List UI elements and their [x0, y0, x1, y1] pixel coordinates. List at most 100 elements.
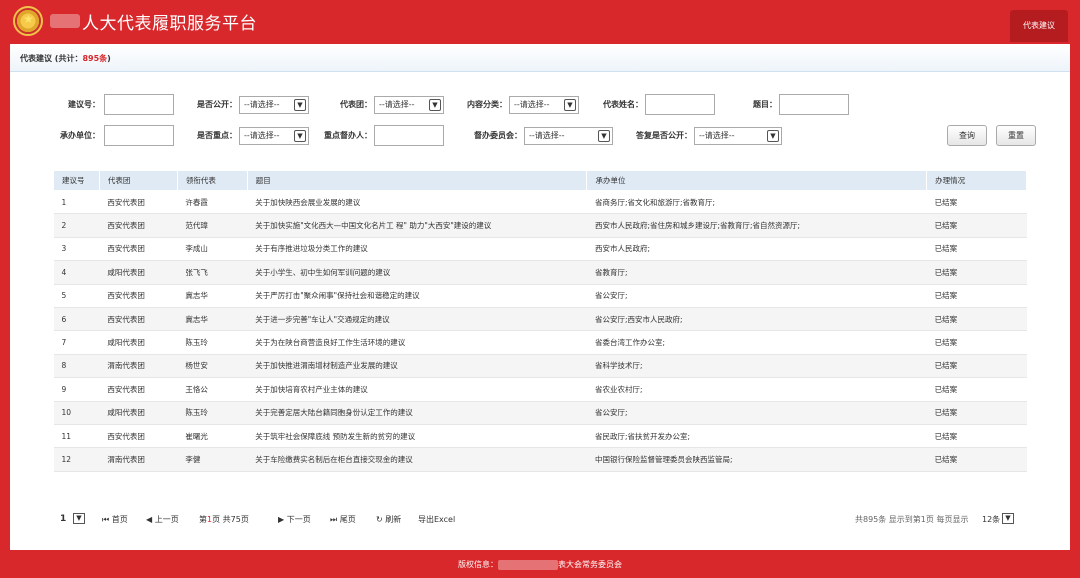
tab-proposals[interactable]: 代表建议 — [1010, 10, 1068, 42]
rep-name-input[interactable] — [645, 94, 715, 115]
table-cell: 杨世安 — [177, 354, 248, 379]
table-cell: 关于车险缴费实名制后在柜台直接交现金的建议 — [247, 447, 587, 472]
table-cell: 7 — [53, 330, 100, 355]
table-row[interactable]: 2 西安代表团 范代璋 关于加快实施"文化西大—中国文化名片工 程" 助力"大西安"建… — [53, 213, 1027, 238]
next-page-label: 下一页 — [286, 515, 311, 524]
column-header: 代表团 — [98, 170, 178, 191]
national-emblem-icon: ★ — [13, 6, 43, 36]
table-cell: 省农业农村厅; — [586, 377, 927, 402]
table-row[interactable]: 5 西安代表团 冀志华 关于严厉打击"聚众闹事"保持社会和谐稳定的建议 省公安厅; 已结案 — [53, 284, 1027, 308]
table-cell: 省商务厅;省文化和旅游厅;省教育厅; — [586, 190, 927, 215]
column-header: 建议号 — [53, 170, 100, 191]
category-select[interactable]: --请选择-- ▼ — [509, 96, 579, 114]
per-page-chevron-down-icon[interactable]: ▼ — [1002, 513, 1014, 524]
table-cell: 西安代表团 — [99, 213, 178, 238]
table-row[interactable]: 3 西安代表团 李成山 关于有序推进垃圾分类工作的建议 西安市人民政府; 已结案 — [53, 237, 1027, 262]
next-page-button[interactable]: ▶ 下一页 — [278, 514, 311, 525]
table-cell: 西安代表团 — [99, 190, 178, 215]
table-row[interactable]: 1 西安代表团 许春霞 关于加快陕西会展业发展的建议 省商务厅;省文化和旅游厅;省教育厅… — [53, 190, 1027, 215]
delegation-value: --请选择-- — [379, 100, 415, 109]
table-row[interactable]: 10 咸阳代表团 陈玉玲 关于完善定居大陆台籍同胞身份认定工作的建议 省公安厅; 已结案 — [53, 401, 1027, 425]
table-cell: 许春霞 — [177, 190, 248, 215]
key-handler-label: 重点督办人： — [324, 131, 372, 140]
table-cell: 已结案 — [926, 190, 1027, 215]
main-panel: 代表建议 (共计：895条) 建议号： 是否公开： --请选择-- ▼ 代表团： … — [10, 44, 1070, 550]
table-cell: 省公安厅;西安市人民政府; — [586, 307, 927, 332]
topic-input[interactable] — [779, 94, 849, 115]
total-pages: 75 — [230, 515, 241, 524]
is-key-select[interactable]: --请选择-- ▼ — [239, 127, 309, 145]
refresh-button[interactable]: ↻ 刷新 — [376, 514, 401, 525]
footer: 版权信息： 表大会常务委员会 — [0, 552, 1080, 578]
page-indicator: 第1页 共75页 — [199, 514, 249, 525]
reply-public-select[interactable]: --请选择-- ▼ — [694, 127, 782, 145]
is-public-value: --请选择-- — [244, 100, 280, 109]
table-cell: 西安市人民政府;省住房和城乡建设厅;省教育厅;省自然资源厅; — [586, 213, 927, 238]
table-cell: 9 — [53, 377, 100, 402]
table-row[interactable]: 4 咸阳代表团 张飞飞 关于小学生、初中生如何军训问题的建议 省教育厅; 已结案 — [53, 260, 1027, 285]
table-cell: 关于加快培育农村产业主体的建议 — [247, 377, 587, 402]
table-row[interactable]: 11 西安代表团 崔曙光 关于筑牢社会保障底线 预防发生新的贫穷的建议 省民政厅;省扶贫… — [53, 424, 1027, 449]
table-cell: 关于严厉打击"聚众闹事"保持社会和谐稳定的建议 — [247, 284, 587, 308]
table-row[interactable]: 7 咸阳代表团 陈玉玲 关于为在陕台商营造良好工作生活环境的建议 省委台湾工作办公室; 已… — [53, 330, 1027, 355]
table-row[interactable]: 8 渭南代表团 杨世安 关于加快推进渭南增材制造产业发展的建议 省科学技术厅; 已结案 — [53, 354, 1027, 379]
table-cell: 2 — [53, 213, 100, 238]
table-cell: 已结案 — [926, 213, 1027, 238]
first-page-icon: ⏮ — [102, 515, 110, 524]
table-cell: 王恪公 — [177, 377, 248, 402]
table-cell: 3 — [53, 237, 100, 262]
table-cell: 李成山 — [177, 237, 248, 262]
table-row[interactable]: 6 西安代表团 冀志华 关于进一步完善"车让人"交通规定的建议 省公安厅;西安市人民政府… — [53, 307, 1027, 332]
table-cell: 已结案 — [926, 260, 1027, 285]
panel-heading-prefix: 代表建议 (共计： — [20, 54, 83, 63]
copyright-label: 版权信息： — [458, 560, 498, 569]
export-excel-button[interactable]: 导出Excel — [418, 514, 455, 525]
table-cell: 已结案 — [926, 284, 1027, 308]
is-public-select[interactable]: --请选择-- ▼ — [239, 96, 309, 114]
table-cell: 已结案 — [926, 237, 1027, 262]
table-cell: 咸阳代表团 — [99, 401, 178, 425]
column-header: 领衔代表 — [176, 170, 248, 191]
page-mid: 页 共 — [212, 515, 231, 524]
table-cell: 冀志华 — [177, 284, 248, 308]
first-page-button[interactable]: ⏮ 首页 — [102, 514, 128, 525]
table-cell: 陈玉玲 — [177, 330, 248, 355]
table-cell: 已结案 — [926, 401, 1027, 425]
table-cell: 5 — [53, 284, 100, 308]
proposals-table: 建议号 代表团 领衔代表 题目 承办单位 办理情况 1 西安代表团 许春霞 关于加快陕… — [53, 170, 1027, 472]
next-page-icon: ▶ — [278, 515, 285, 524]
panel-heading-suffix: ) — [107, 54, 111, 63]
key-handler-input[interactable] — [374, 125, 444, 146]
delegation-select[interactable]: --请选择-- ▼ — [374, 96, 444, 114]
reset-button[interactable]: 重置 — [996, 125, 1036, 146]
table-cell: 已结案 — [926, 330, 1027, 355]
table-cell: 西安代表团 — [99, 307, 178, 332]
proposal-no-input[interactable] — [104, 94, 174, 115]
table-cell: 张飞飞 — [177, 260, 248, 285]
top-header: ★ 人大代表履职服务平台 代表建议 — [0, 0, 1080, 44]
committee-select[interactable]: --请选择-- ▼ — [524, 127, 613, 145]
last-page-button[interactable]: ⏭ 尾页 — [330, 514, 356, 525]
handling-unit-input[interactable] — [104, 125, 174, 146]
chevron-down-icon: ▼ — [767, 130, 779, 142]
table-cell: 省公安厅; — [586, 284, 927, 308]
prev-page-button[interactable]: ◀ 上一页 — [146, 514, 179, 525]
table-cell: 省委台湾工作办公室; — [586, 330, 927, 355]
page-select-chevron-down-icon[interactable]: ▼ — [73, 513, 85, 524]
table-cell: 西安代表团 — [99, 237, 178, 262]
table-cell: 省教育厅; — [586, 260, 927, 285]
table-header-row: 建议号 代表团 领衔代表 题目 承办单位 办理情况 — [53, 170, 1027, 191]
table-cell: 省公安厅; — [586, 401, 927, 425]
table-row[interactable]: 9 西安代表团 王恪公 关于加快培育农村产业主体的建议 省农业农村厅; 已结案 — [53, 377, 1027, 402]
refresh-label: 刷新 — [385, 515, 402, 524]
chevron-down-icon: ▼ — [429, 99, 441, 111]
proposal-no-label: 建议号： — [68, 100, 100, 109]
table-cell: 关于进一步完善"车让人"交通规定的建议 — [247, 307, 587, 332]
table-cell: 已结案 — [926, 307, 1027, 332]
column-header: 题目 — [246, 170, 588, 191]
last-page-icon: ⏭ — [330, 515, 338, 524]
table-row[interactable]: 12 渭南代表团 李健 关于车险缴费实名制后在柜台直接交现金的建议 中国银行保险监督管理… — [53, 447, 1027, 472]
table-cell: 6 — [53, 307, 100, 332]
table-cell: 渭南代表团 — [99, 354, 178, 379]
search-button[interactable]: 查询 — [947, 125, 987, 146]
